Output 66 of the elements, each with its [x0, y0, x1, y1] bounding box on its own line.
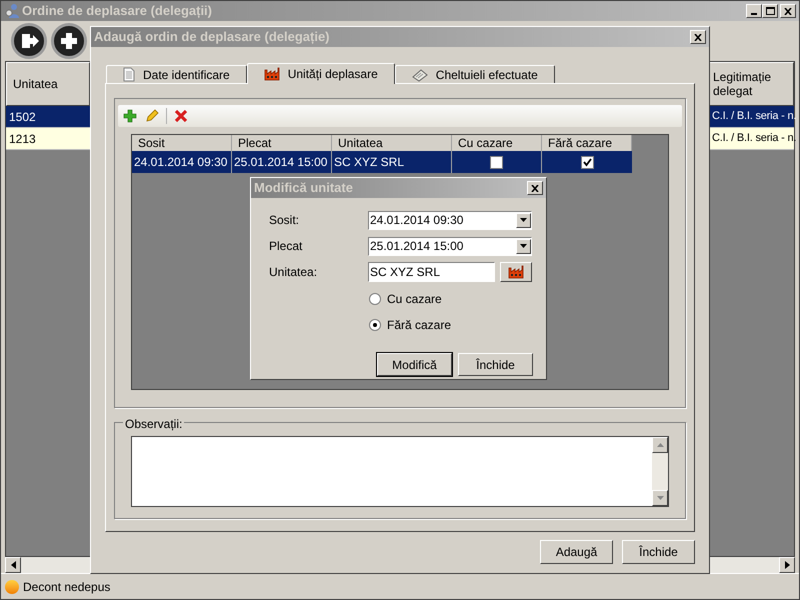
factory-icon [508, 265, 524, 279]
dropdown-field[interactable]: 25.01.2014 15:00 [368, 236, 532, 256]
tab[interactable]: Cheltuieli efectuate [394, 65, 555, 83]
table-cell: 24.01.2014 09:30 [132, 151, 232, 173]
dropdown-arrow-icon [520, 218, 527, 222]
column-header[interactable]: Cu cazare [452, 135, 542, 151]
exit-button[interactable] [11, 23, 47, 59]
pencil-icon[interactable] [144, 108, 160, 124]
dialog-button[interactable]: Modifică [377, 353, 452, 376]
dropdown-arrow-icon [520, 244, 527, 248]
scroll-left-button[interactable] [5, 557, 21, 573]
column-header[interactable]: Plecat [232, 135, 332, 151]
scroll-down-button[interactable] [652, 490, 668, 506]
add-icon[interactable] [122, 108, 138, 124]
close-icon [784, 8, 792, 14]
column-header[interactable]: Unitatea [6, 62, 90, 106]
close-button[interactable] [780, 4, 796, 18]
dialog-button[interactable]: Închide [622, 540, 695, 564]
input-field[interactable]: SC XYZ SRL [368, 262, 495, 282]
close-icon [531, 184, 539, 192]
radio-button[interactable] [369, 319, 381, 331]
banknote-icon [412, 68, 428, 82]
table-cell[interactable]: 1502 [6, 106, 90, 128]
maximize-button[interactable] [762, 4, 778, 18]
window-title: Adaugă ordin de deplasare (delegație) [94, 28, 330, 46]
dialog-button[interactable]: Adaugă [540, 540, 613, 564]
radio-label: Cu cazare [387, 291, 442, 308]
people-icon [4, 3, 20, 19]
factory-icon [264, 67, 280, 81]
table-cell: SC XYZ SRL [332, 151, 452, 173]
checkbox[interactable] [490, 156, 503, 168]
table-cell[interactable]: 1213 [6, 128, 90, 150]
tab[interactable]: Unități deplasare [246, 63, 395, 84]
right-arrow-icon [784, 561, 790, 569]
table-row[interactable]: 24.01.2014 09:30 25.01.2014 15:00 SC XYZ SRL [132, 151, 632, 173]
column-header[interactable]: Fără cazare [542, 135, 632, 151]
radio-label: Fără cazare [387, 317, 452, 334]
field-label: Plecat [269, 238, 304, 255]
checkbox[interactable] [580, 156, 594, 168]
lookup-button[interactable] [500, 262, 532, 282]
exit-icon [19, 31, 39, 51]
dialog-button[interactable]: Închide [458, 353, 533, 376]
down-arrow-icon [656, 496, 664, 500]
table-cell: 25.01.2014 15:00 [232, 151, 332, 173]
scroll-right-button[interactable] [779, 557, 795, 573]
minimize-button[interactable] [746, 4, 762, 18]
radio-button[interactable] [369, 293, 381, 305]
close-button[interactable] [690, 30, 706, 44]
status-text: Decont nedepus [23, 578, 110, 596]
tab[interactable]: Date identificare [106, 65, 247, 83]
close-icon [694, 34, 702, 40]
text-area[interactable] [131, 436, 669, 507]
field-label: Unitatea: [269, 264, 318, 281]
up-arrow-icon [656, 443, 664, 447]
column-header[interactable]: Sosit [132, 135, 232, 151]
scroll-up-button[interactable] [652, 437, 668, 453]
add-button[interactable] [51, 23, 87, 59]
window-title: Ordine de deplasare (delegații) [22, 2, 213, 20]
window-title: Modifică unitate [254, 179, 354, 198]
left-arrow-icon [10, 561, 16, 569]
close-button[interactable] [527, 181, 543, 195]
dropdown-field[interactable]: 24.01.2014 09:30 [368, 210, 532, 230]
field-label: Sosit: [269, 212, 300, 229]
delete-icon[interactable] [173, 108, 189, 124]
column-header[interactable]: Unitatea [332, 135, 452, 151]
plus-icon [59, 31, 79, 51]
